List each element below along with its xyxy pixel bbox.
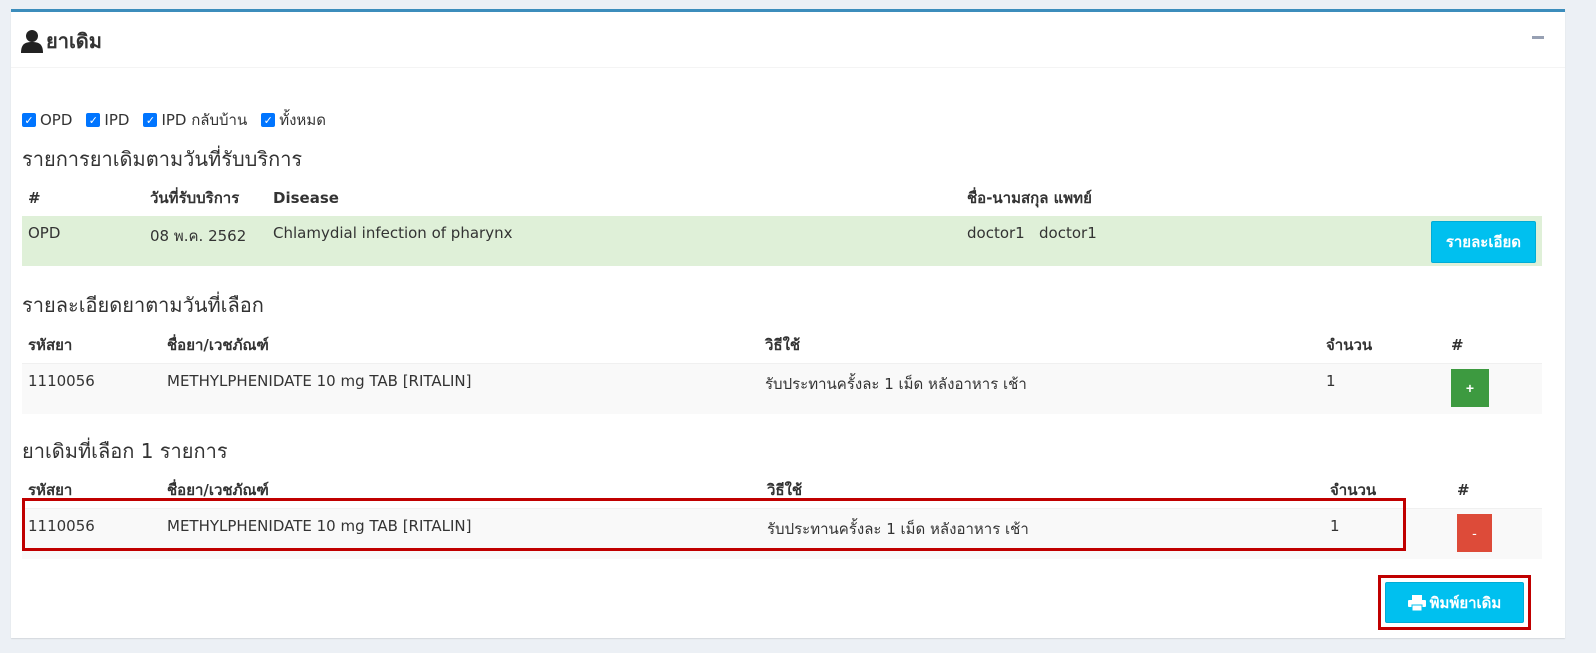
visit-action-cell: รายละเอียด [1417,216,1542,266]
drug-usage: รับประทานครั้งละ 1 เม็ด หลังอาหาร เช้า [759,363,1320,414]
print-button-label: พิมพ์ยาเดิม [1429,593,1502,612]
table-row: 1110056 METHYLPHENIDATE 10 mg TAB [RITAL… [22,508,1542,559]
table-row: 1110056 METHYLPHENIDATE 10 mg TAB [RITAL… [22,363,1542,414]
col-action: # [1457,481,1470,499]
col-code: รหัสยา [28,481,73,499]
visit-date: 08 พ.ค. 2562 [144,216,267,266]
col-usage: วิธีใช้ [765,336,801,354]
filter-opd-label: OPD [40,111,73,129]
filter-opd[interactable]: ✓ OPD [22,108,72,132]
visits-table: # วันที่รับบริการ Disease ชื่อ-นามสกุล แ… [22,180,1542,266]
filter-ipd-home[interactable]: ✓ IPD กลับบ้าน [143,108,247,132]
visit-type: OPD [22,216,144,266]
col-qty: จำนวน [1326,336,1373,354]
panel-title: ยาเดิม [21,25,102,57]
print-button-highlight: พิมพ์ยาเดิม [1378,575,1531,630]
details-title: รายละเอียดยาตามวันที่เลือก [22,293,264,317]
col-action [1417,180,1542,216]
visits-header-row: # วันที่รับบริการ Disease ชื่อ-นามสกุล แ… [22,180,1542,216]
filter-ipd-label: IPD [104,111,130,129]
filter-all-label: ทั้งหมด [279,111,326,129]
drug-action-cell: + [1445,363,1542,414]
checkbox-ipd-home[interactable]: ✓ [143,113,158,127]
filter-ipd-home-label: IPD กลับบ้าน [161,111,248,129]
minus-icon [1532,35,1544,39]
col-date: วันที่รับบริการ [150,189,240,207]
remove-drug-button[interactable]: - [1457,514,1492,552]
details-header-row: รหัสยา ชื่อยา/เวชภัณฑ์ วิธีใช้ จำนวน # [22,327,1542,364]
user-icon [21,30,43,53]
filter-checkboxes: ✓ OPD ✓ IPD ✓ IPD กลับบ้าน ✓ ทั้งหมด [22,108,326,132]
table-row[interactable]: OPD 08 พ.ค. 2562 Chlamydial infection of… [22,216,1542,266]
visit-doctor: doctor1 doctor1 [961,216,1417,266]
add-drug-button[interactable]: + [1451,369,1489,407]
panel-header: ยาเดิม [11,12,1565,68]
selected-drug-name: METHYLPHENIDATE 10 mg TAB [RITALIN] [161,508,761,559]
selected-drug-qty: 1 [1324,508,1451,559]
selected-drug-usage: รับประทานครั้งละ 1 เม็ด หลังอาหาร เช้า [761,508,1324,559]
checkbox-all[interactable]: ✓ [261,113,276,127]
panel-title-text: ยาเดิม [46,29,102,53]
col-action: # [1451,336,1464,354]
selected-drug-action-cell: - [1451,508,1542,559]
filter-ipd[interactable]: ✓ IPD [86,108,129,132]
details-table: รหัสยา ชื่อยา/เวชภัณฑ์ วิธีใช้ จำนวน # 1… [22,327,1542,414]
selected-title: ยาเดิมที่เลือก 1 รายการ [22,439,228,463]
filter-all[interactable]: ✓ ทั้งหมด [261,108,326,132]
drug-name: METHYLPHENIDATE 10 mg TAB [RITALIN] [161,363,759,414]
drug-code: 1110056 [22,363,161,414]
checkbox-ipd[interactable]: ✓ [86,113,101,127]
printer-icon [1407,594,1426,611]
drug-qty: 1 [1320,363,1445,414]
col-name: ชื่อยา/เวชภัณฑ์ [167,336,269,354]
print-button[interactable]: พิมพ์ยาเดิม [1385,582,1524,623]
collapse-button[interactable] [1527,26,1549,48]
col-name: ชื่อยา/เวชภัณฑ์ [167,481,269,499]
selected-table: รหัสยา ชื่อยา/เวชภัณฑ์ วิธีใช้ จำนวน # 1… [22,472,1542,559]
col-doctor: ชื่อ-นามสกุล แพทย์ [967,189,1092,207]
selected-drug-code: 1110056 [22,508,161,559]
details-button[interactable]: รายละเอียด [1430,221,1536,263]
col-code: รหัสยา [28,336,73,354]
visit-disease: Chlamydial infection of pharynx [267,216,961,266]
col-hash: # [28,189,41,207]
col-disease: Disease [273,189,339,207]
col-usage: วิธีใช้ [767,481,803,499]
col-qty: จำนวน [1330,481,1377,499]
old-medication-panel: ยาเดิม ✓ OPD ✓ IPD ✓ IPD กลับบ้าน ✓ ทั้ง… [11,9,1565,638]
visits-title: รายการยาเดิมตามวันที่รับบริการ [22,147,303,171]
checkbox-opd[interactable]: ✓ [22,113,36,127]
selected-header-row: รหัสยา ชื่อยา/เวชภัณฑ์ วิธีใช้ จำนวน # [22,472,1542,509]
